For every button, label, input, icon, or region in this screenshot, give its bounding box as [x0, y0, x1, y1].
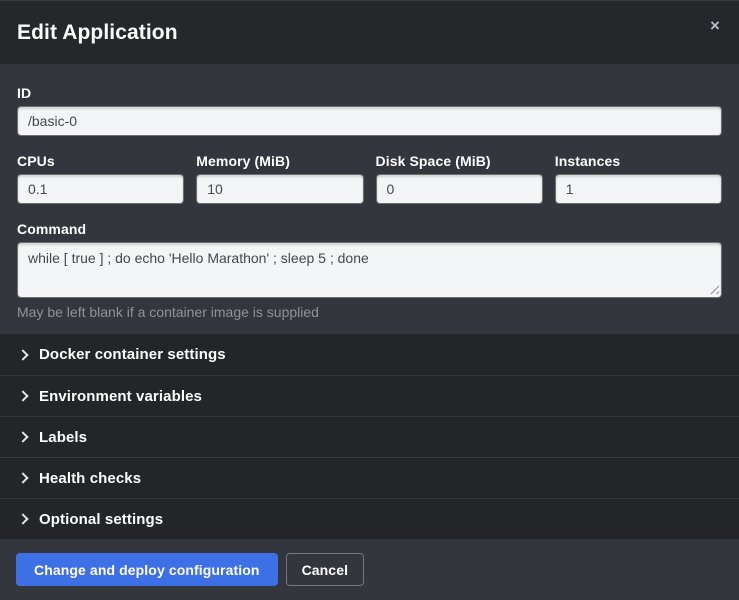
id-input[interactable]: [17, 106, 722, 136]
command-label: Command: [17, 221, 722, 237]
application-form: ID CPUs Memory (MiB) Disk Space (MiB) In…: [0, 64, 739, 334]
modal-header: Edit Application ×: [0, 1, 739, 64]
edit-application-modal: Edit Application × ID CPUs Memory (MiB) …: [0, 0, 739, 599]
disk-label: Disk Space (MiB): [376, 153, 543, 169]
chevron-right-icon: [17, 349, 28, 360]
id-label: ID: [17, 85, 722, 101]
section-docker-container-settings[interactable]: Docker container settings: [0, 334, 739, 375]
close-icon[interactable]: ×: [704, 15, 726, 37]
field-group-cpus: CPUs: [17, 153, 184, 204]
section-label: Labels: [39, 429, 87, 446]
cpus-input[interactable]: [17, 174, 184, 204]
chevron-right-icon: [17, 390, 28, 401]
disk-input[interactable]: [376, 174, 543, 204]
cancel-button[interactable]: Cancel: [286, 553, 365, 586]
section-optional-settings[interactable]: Optional settings: [0, 498, 739, 539]
modal-title: Edit Application: [17, 21, 178, 45]
chevron-right-icon: [17, 513, 28, 524]
section-label: Docker container settings: [39, 346, 226, 363]
change-and-deploy-button[interactable]: Change and deploy configuration: [16, 553, 278, 586]
field-group-memory: Memory (MiB): [196, 153, 363, 204]
instances-input[interactable]: [555, 174, 722, 204]
section-label: Health checks: [39, 470, 141, 487]
field-group-command: Command while [ true ] ; do echo 'Hello …: [17, 221, 722, 320]
modal-footer: Change and deploy configuration Cancel: [0, 539, 739, 600]
section-label: Environment variables: [39, 388, 202, 405]
field-group-disk: Disk Space (MiB): [376, 153, 543, 204]
section-health-checks[interactable]: Health checks: [0, 457, 739, 498]
command-help-text: May be left blank if a container image i…: [17, 304, 722, 320]
section-environment-variables[interactable]: Environment variables: [0, 375, 739, 416]
memory-input[interactable]: [196, 174, 363, 204]
collapsible-sections: Docker container settings Environment va…: [0, 334, 739, 539]
field-group-id: ID: [17, 85, 722, 136]
resources-row: CPUs Memory (MiB) Disk Space (MiB) Insta…: [17, 153, 722, 204]
section-label: Optional settings: [39, 511, 163, 528]
cpus-label: CPUs: [17, 153, 184, 169]
command-textarea[interactable]: while [ true ] ; do echo 'Hello Marathon…: [17, 242, 722, 298]
instances-label: Instances: [555, 153, 722, 169]
memory-label: Memory (MiB): [196, 153, 363, 169]
chevron-right-icon: [17, 431, 28, 442]
field-group-instances: Instances: [555, 153, 722, 204]
section-labels[interactable]: Labels: [0, 416, 739, 457]
command-textarea-wrap: while [ true ] ; do echo 'Hello Marathon…: [17, 242, 722, 298]
chevron-right-icon: [17, 472, 28, 483]
